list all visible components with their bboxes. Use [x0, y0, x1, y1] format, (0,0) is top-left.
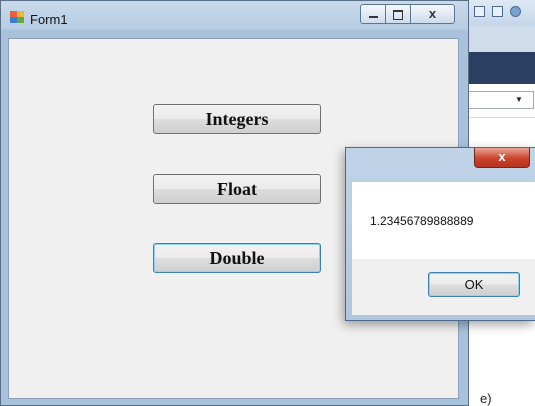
close-icon[interactable]: x [411, 4, 455, 24]
window-title: Form1 [30, 12, 68, 27]
message-text: 1.23456789888889 [370, 214, 474, 228]
ide-nav-bar [462, 52, 535, 84]
message-box: x 1.23456789888889 OK [345, 147, 535, 321]
double-button[interactable]: Double [153, 243, 321, 273]
float-button[interactable]: Float [153, 174, 321, 204]
message-box-body: 1.23456789888889 [352, 182, 535, 259]
caption-buttons: x [360, 4, 455, 24]
message-box-close-button[interactable]: x [474, 148, 530, 168]
close-glyph: x [428, 6, 437, 21]
minimize-icon[interactable] [360, 4, 386, 24]
ide-tab-strip [462, 26, 535, 52]
ide-title-area [462, 0, 535, 26]
ide-pause-icon[interactable] [474, 6, 485, 17]
ide-code-text: e) [480, 391, 492, 406]
ide-member-dropdown[interactable]: ▼ [464, 91, 534, 109]
ide-toolbar-icons [474, 6, 521, 17]
ok-button[interactable]: OK [428, 272, 520, 297]
ide-refresh-icon[interactable] [510, 6, 521, 17]
message-box-footer: OK [352, 259, 535, 315]
ide-divider [462, 117, 535, 118]
ide-stop-icon[interactable] [492, 6, 503, 17]
title-bar[interactable]: Form1 x [1, 1, 468, 31]
chevron-down-icon[interactable]: ▼ [515, 95, 523, 104]
integers-button[interactable]: Integers [153, 104, 321, 134]
maximize-icon[interactable] [386, 4, 411, 24]
app-icon [10, 11, 24, 23]
